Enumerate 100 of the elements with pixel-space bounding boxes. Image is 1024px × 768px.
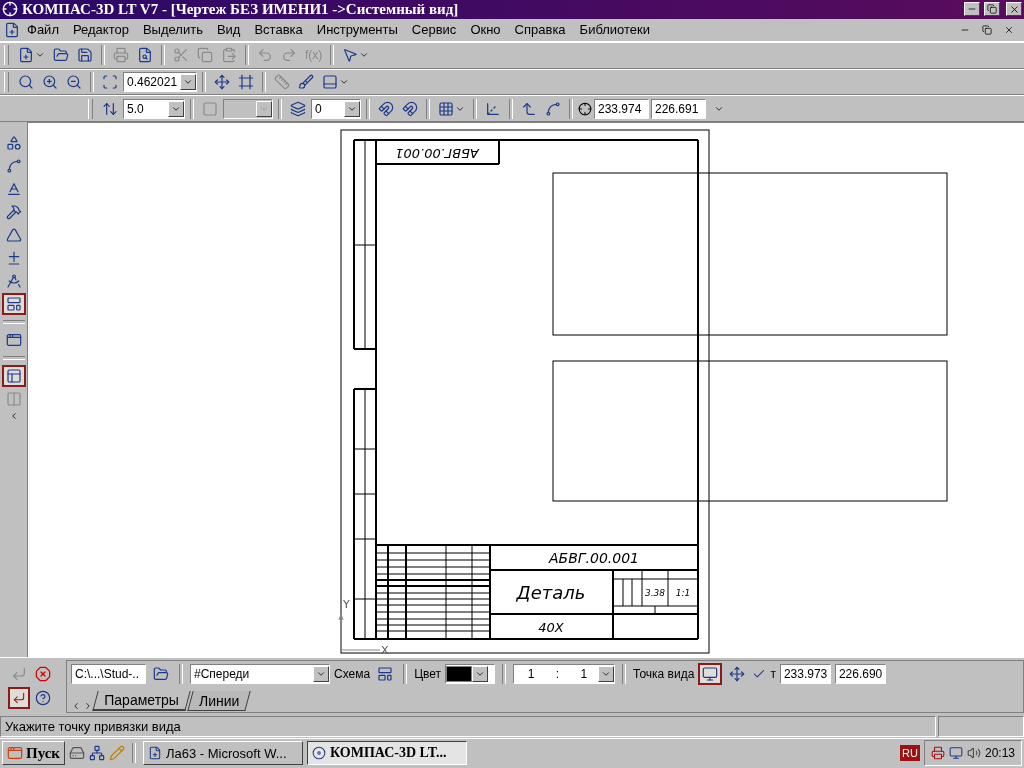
- new-file-icon: [18, 47, 34, 64]
- arrow-left-icon: [71, 700, 81, 711]
- menu-item[interactable]: Редактор: [65, 19, 136, 40]
- dropdown-button[interactable]: [344, 100, 360, 117]
- scheme-icon: [377, 665, 394, 682]
- style-icon: [202, 100, 218, 117]
- step-combo[interactable]: 5.0: [123, 98, 185, 119]
- compass-icon: [5, 272, 22, 289]
- redo-icon: [281, 47, 297, 64]
- language-indicator[interactable]: RU: [900, 745, 920, 762]
- panel-tab[interactable]: Линии: [186, 690, 251, 711]
- network-icon: [89, 745, 105, 762]
- view-button[interactable]: [1, 292, 26, 315]
- views-icon: [5, 367, 22, 384]
- taskbar-button[interactable]: КОМПАС-3D LT...: [307, 741, 467, 766]
- path-field[interactable]: C:\...\Stud-..: [71, 663, 146, 684]
- fit-frame-icon: [238, 73, 254, 90]
- snap-icon: [545, 100, 561, 117]
- view-icon: [5, 295, 22, 312]
- coordinates-icon: [578, 101, 592, 116]
- app-logo-icon: [2, 1, 18, 18]
- zoom-icon: [18, 73, 34, 90]
- brush-icon: [298, 73, 314, 90]
- folder-icon: [53, 47, 69, 64]
- panel-tab[interactable]: Параметры: [92, 690, 191, 711]
- enter-icon: [11, 666, 27, 683]
- ortho-icon: [521, 100, 537, 117]
- scale-combo[interactable]: 1 : 1: [513, 663, 616, 684]
- pan-icon: [214, 73, 230, 90]
- cut-icon: [173, 47, 189, 64]
- restore-icon: [987, 4, 997, 15]
- t-label: т: [770, 666, 776, 681]
- move-view-icon: [729, 665, 746, 682]
- restore-button[interactable]: [984, 2, 1000, 17]
- stop-icon: [35, 665, 51, 684]
- drive-icon: [69, 745, 85, 762]
- hammer-icon: [5, 203, 22, 220]
- designation: АБВГ.00.001: [549, 549, 639, 566]
- mass-value: 3.38: [645, 587, 665, 598]
- ruler-icon: [274, 73, 290, 90]
- dropdown-button[interactable]: [168, 100, 184, 117]
- undo-icon: [257, 47, 273, 64]
- menu-item[interactable]: Инструменты: [309, 19, 405, 40]
- menu-item[interactable]: Файл: [20, 19, 66, 40]
- document-icon: [4, 21, 20, 38]
- y-coordinate-field[interactable]: 226.690: [834, 663, 886, 684]
- speaker-icon: [966, 746, 981, 761]
- printer-icon: [113, 47, 129, 64]
- magnet-icon: [378, 100, 394, 117]
- layer-combo[interactable]: 0: [311, 98, 361, 119]
- axis-label: Y: [343, 597, 350, 611]
- axis-drawing: [338, 613, 381, 651]
- save-icon: [77, 47, 93, 64]
- minimize-button[interactable]: [964, 2, 980, 17]
- menu-item[interactable]: Справка: [507, 19, 573, 40]
- dimension-icon: [5, 157, 22, 174]
- dropdown-button[interactable]: [472, 665, 489, 682]
- clock: 20:13: [984, 746, 1015, 761]
- align-icon: [5, 390, 22, 407]
- printer-icon: [930, 746, 945, 761]
- dropdown-button[interactable]: [598, 665, 615, 682]
- zoom-combo[interactable]: 0.462021: [123, 71, 197, 92]
- grid-icon: [438, 100, 454, 117]
- point-label: Точка вида: [633, 666, 695, 681]
- view-combo[interactable]: #Спереди: [190, 663, 330, 684]
- zoom-window-icon: [102, 73, 118, 90]
- app-icon: [312, 746, 326, 761]
- views-button[interactable]: [1, 364, 26, 387]
- menu-item[interactable]: Выделить: [135, 19, 210, 40]
- scheme-label: Схема: [334, 666, 371, 681]
- color-swatch: [446, 665, 473, 682]
- start-button[interactable]: Пуск: [2, 741, 65, 766]
- restore-icon: [982, 24, 992, 35]
- close-icon: [1008, 3, 1020, 15]
- dropdown-button[interactable]: [313, 665, 329, 682]
- y-coordinate-field[interactable]: 226.691: [651, 98, 706, 119]
- dropdown-button[interactable]: [180, 73, 196, 90]
- menu-item[interactable]: Библиотеки: [572, 19, 658, 40]
- symbols-icon: [5, 180, 22, 197]
- part-name: Деталь: [516, 581, 586, 603]
- close-icon: [1004, 24, 1014, 35]
- auto-button[interactable]: [8, 687, 30, 710]
- menu-item[interactable]: Сервис: [404, 19, 464, 40]
- menu-item[interactable]: Вид: [209, 19, 248, 40]
- menu-item[interactable]: Окно: [463, 19, 508, 40]
- copy-icon: [197, 47, 213, 64]
- taskbar-button[interactable]: Ла63 - Microsoft W...: [143, 741, 303, 766]
- x-coordinate-field[interactable]: 233.973: [779, 663, 831, 684]
- document-icon: [148, 746, 162, 761]
- zoom-out-icon: [66, 73, 82, 90]
- x-coordinate-field[interactable]: 233.974: [594, 98, 649, 119]
- zoom-in-icon: [42, 73, 58, 90]
- menu-item[interactable]: Вставка: [247, 19, 310, 40]
- monitor-icon: [948, 746, 963, 761]
- material: 40Х: [538, 619, 564, 635]
- close-button[interactable]: [1006, 2, 1022, 17]
- status-hint: Укажите точку привязки вида: [0, 715, 936, 737]
- color-combo[interactable]: [445, 663, 496, 684]
- auto-enter-icon: [12, 691, 26, 706]
- mirrored-designation: АБВГ.00.001: [395, 145, 479, 161]
